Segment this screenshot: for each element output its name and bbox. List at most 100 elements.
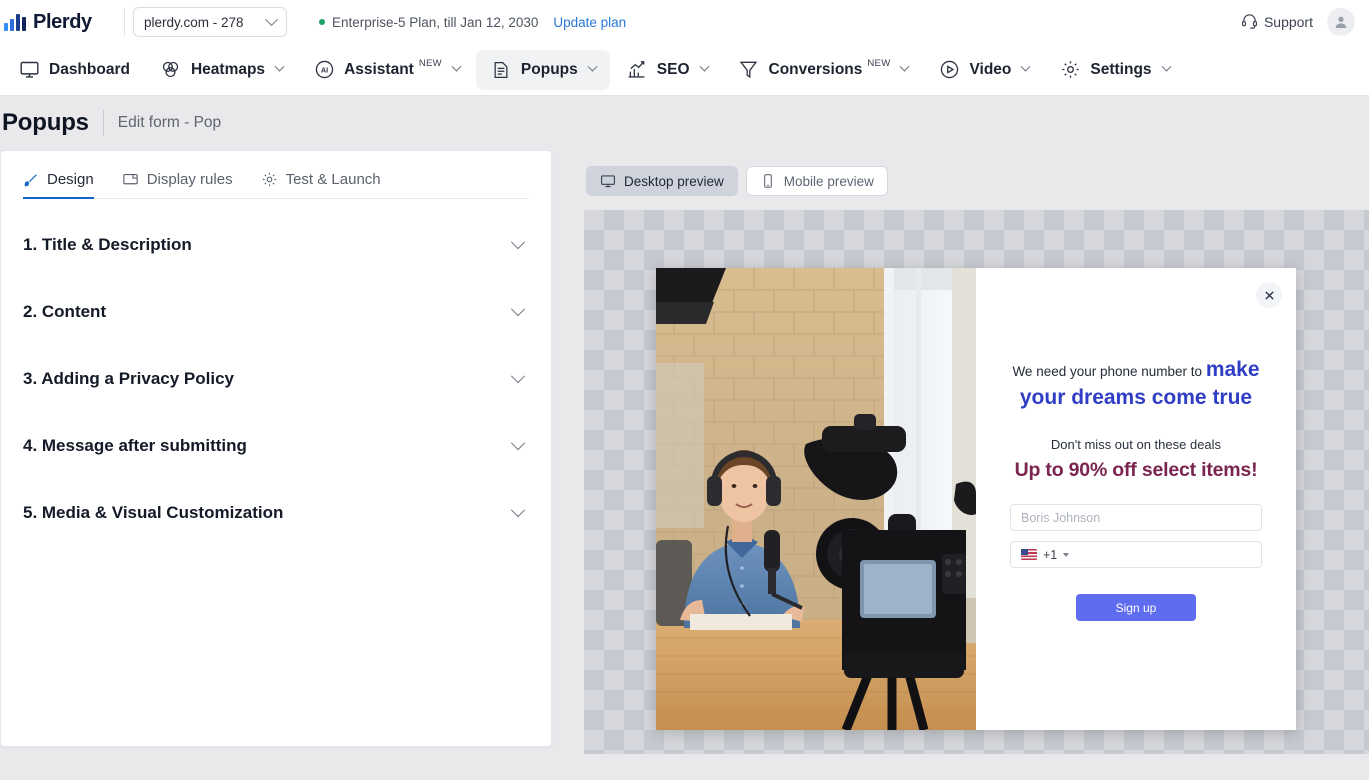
plerdy-logo[interactable]: Plerdy <box>0 11 120 34</box>
desktop-icon <box>600 173 616 189</box>
chevron-down-icon <box>511 235 525 249</box>
tab-label: Display rules <box>147 171 233 188</box>
nav-item-seo[interactable]: SEO <box>612 50 722 90</box>
chevron-down-icon <box>587 62 597 72</box>
preview-canvas: We need your phone number to make your d… <box>584 210 1369 754</box>
section-message-after-submitting[interactable]: 4. Message after submitting <box>23 412 529 479</box>
popup-offer-text: Up to 90% off select items! <box>1015 459 1258 482</box>
chevron-down-icon <box>511 436 525 450</box>
venn-icon <box>160 59 182 81</box>
nav-label: Settings <box>1090 59 1151 81</box>
chevron-down-icon <box>511 302 525 316</box>
chevron-down-icon <box>511 369 525 383</box>
preview-panel: Desktop preview Mobile preview <box>584 150 1369 750</box>
screen-icon <box>122 171 139 188</box>
user-avatar[interactable] <box>1327 8 1355 36</box>
gear-icon <box>1059 59 1081 81</box>
section-label: 5. Media & Visual Customization <box>23 503 283 523</box>
tab-display-rules[interactable]: Display rules <box>122 171 233 198</box>
popup-signup-button[interactable]: Sign up <box>1076 594 1196 621</box>
page-header: Popups Edit form - Pop <box>0 96 1369 150</box>
us-flag-icon <box>1021 549 1037 560</box>
content-area: Design Display rules Test & Launch <box>0 150 1369 750</box>
gear-icon <box>261 171 278 188</box>
section-label: 4. Message after submitting <box>23 436 247 456</box>
user-avatar-icon <box>1333 14 1349 30</box>
bar-chart-icon <box>626 59 648 81</box>
update-plan-link[interactable]: Update plan <box>553 15 626 30</box>
preview-toggle-label: Mobile preview <box>784 174 874 189</box>
chevron-down-icon <box>275 62 285 72</box>
close-icon <box>1264 290 1275 301</box>
section-media-visual-customization[interactable]: 5. Media & Visual Customization <box>23 479 529 546</box>
nav-item-popups[interactable]: Popups <box>476 50 610 90</box>
popup-name-placeholder: Boris Johnson <box>1021 511 1100 525</box>
popup-preview: We need your phone number to make your d… <box>656 268 1296 730</box>
chevron-down-icon <box>1161 62 1171 72</box>
nav-item-dashboard[interactable]: Dashboard <box>4 50 144 90</box>
section-label: 1. Title & Description <box>23 235 192 255</box>
nav-badge-new: NEW <box>867 58 890 69</box>
chevron-down-icon <box>1063 553 1069 557</box>
popup-form: We need your phone number to make your d… <box>976 268 1296 730</box>
nav-label: Heatmaps <box>191 59 265 81</box>
chevron-down-icon <box>265 13 278 26</box>
section-content[interactable]: 2. Content <box>23 278 529 345</box>
nav-item-heatmaps[interactable]: Heatmaps <box>146 50 297 90</box>
svg-text:AI: AI <box>320 66 327 75</box>
nav-item-video[interactable]: Video <box>924 50 1043 90</box>
popup-phone-input[interactable]: +1 <box>1010 541 1262 568</box>
chevron-down-icon <box>900 62 910 72</box>
tab-design[interactable]: Design <box>23 171 94 198</box>
popup-phone-country-code: +1 <box>1043 548 1057 562</box>
section-label: 3. Adding a Privacy Policy <box>23 369 234 389</box>
popup-headline-big-2: your dreams come true <box>1020 386 1252 409</box>
top-bar-right: Support <box>1241 8 1355 36</box>
desktop-preview-button[interactable]: Desktop preview <box>586 166 738 196</box>
nav-label: Assistant <box>344 59 414 81</box>
nav-item-settings[interactable]: Settings <box>1045 50 1183 90</box>
nav-label: Popups <box>521 59 578 81</box>
support-button[interactable]: Support <box>1241 12 1313 32</box>
section-label: 2. Content <box>23 302 106 322</box>
site-selector[interactable]: plerdy.com - 278 <box>133 7 287 37</box>
popup-signup-label: Sign up <box>1116 601 1157 615</box>
tab-label: Test & Launch <box>286 171 381 188</box>
preview-toggle-label: Desktop preview <box>624 174 724 189</box>
preview-mode-toggle: Desktop preview Mobile preview <box>584 150 1369 210</box>
ai-circle-icon: AI <box>313 59 335 81</box>
header-divider <box>124 8 125 36</box>
nav-badge-new: NEW <box>419 58 442 69</box>
tab-test-launch[interactable]: Test & Launch <box>261 171 381 198</box>
nav-label: Video <box>969 59 1011 81</box>
editor-panel: Design Display rules Test & Launch <box>0 150 552 747</box>
top-bar: Plerdy plerdy.com - 278 Enterprise-5 Pla… <box>0 0 1369 44</box>
section-privacy-policy[interactable]: 3. Adding a Privacy Policy <box>23 345 529 412</box>
popup-image <box>656 268 976 730</box>
nav-label: SEO <box>657 59 690 81</box>
title-divider <box>103 110 104 136</box>
chevron-down-icon <box>451 62 461 72</box>
section-title-description[interactable]: 1. Title & Description <box>23 211 529 278</box>
support-label: Support <box>1264 14 1313 30</box>
tab-label: Design <box>47 171 94 188</box>
play-circle-icon <box>938 59 960 81</box>
main-navigation: Dashboard Heatmaps AI Assistant NEW Popu… <box>0 44 1369 96</box>
monitor-icon <box>18 59 40 81</box>
popup-headline-small: We need your phone number to <box>1012 364 1205 379</box>
editor-tabs: Design Display rules Test & Launch <box>23 151 529 199</box>
mobile-preview-button[interactable]: Mobile preview <box>746 166 888 196</box>
logo-bars-icon <box>4 14 26 31</box>
mobile-icon <box>760 173 776 189</box>
popup-name-input[interactable]: Boris Johnson <box>1010 504 1262 531</box>
nav-item-assistant[interactable]: AI Assistant NEW <box>299 50 474 90</box>
popup-headline: We need your phone number to make your d… <box>1007 356 1265 411</box>
popup-close-button[interactable] <box>1256 282 1282 308</box>
editor-sections: 1. Title & Description 2. Content 3. Add… <box>23 199 529 546</box>
logo-text: Plerdy <box>33 11 92 34</box>
chevron-down-icon <box>511 503 525 517</box>
chevron-down-icon <box>1021 62 1031 72</box>
nav-item-conversions[interactable]: Conversions NEW <box>724 50 923 90</box>
site-selector-value: plerdy.com - 278 <box>144 15 244 30</box>
chevron-down-icon <box>699 62 709 72</box>
